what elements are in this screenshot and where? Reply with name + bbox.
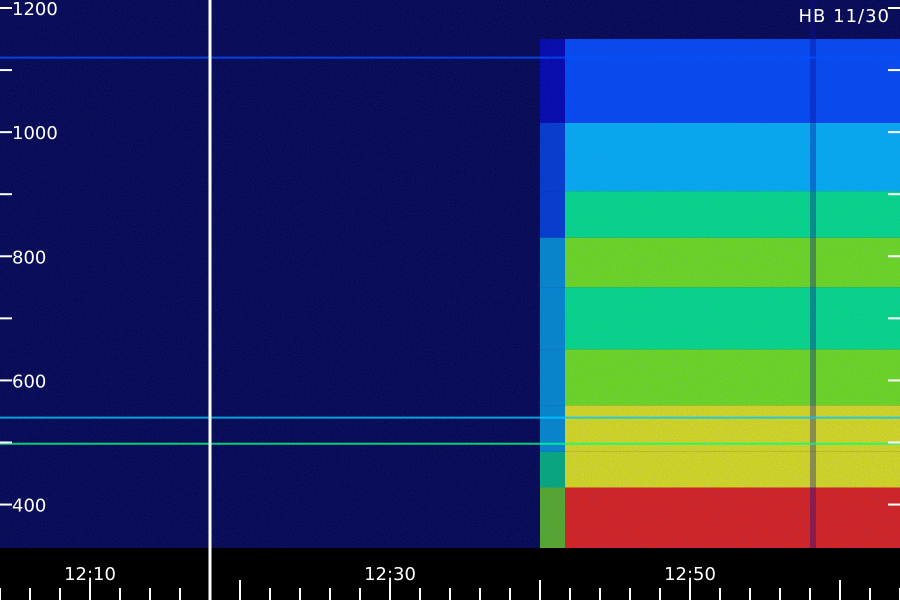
x-tick-label: 12:50: [664, 564, 716, 585]
y-tick-label: 400: [12, 496, 46, 517]
spectrogram-chart: 400 600 800 1000 1200 12:10 12:30 12:50: [0, 0, 900, 600]
y-tick-label: 600: [12, 371, 46, 392]
y-tick-label: 800: [12, 247, 46, 268]
y-tick-label: 1000: [12, 123, 58, 144]
noise-texture: [0, 0, 900, 548]
annotation-label: HB 11/30: [798, 6, 890, 27]
x-tick-label: 12:30: [364, 564, 416, 585]
x-tick-label: 12:10: [64, 564, 116, 585]
y-tick-label: 1200: [12, 0, 58, 20]
